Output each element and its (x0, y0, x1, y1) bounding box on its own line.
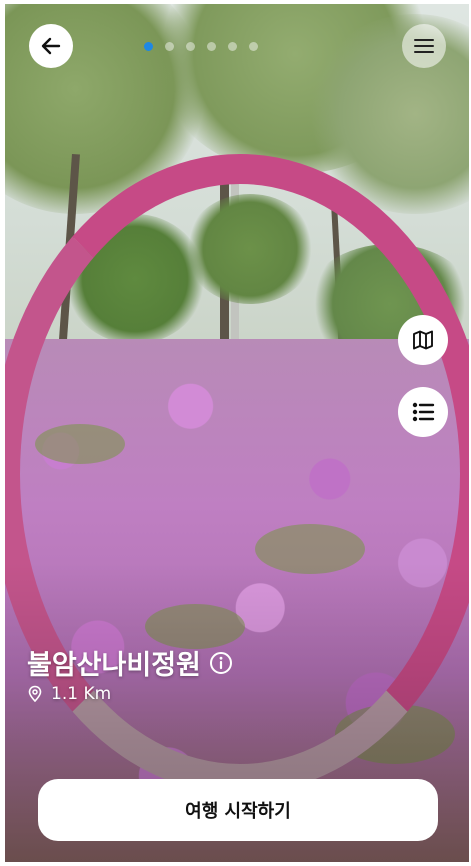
distance-row: 1.1 Km (27, 684, 111, 704)
distance-text: 1.1 Km (51, 684, 112, 704)
menu-button[interactable] (402, 24, 446, 68)
place-title-row: 불암산나비정원 (27, 643, 233, 682)
location-pin-icon (28, 685, 42, 703)
hamburger-menu-icon (414, 39, 434, 53)
info-icon[interactable] (209, 651, 233, 675)
arrow-left-icon (41, 37, 61, 55)
list-icon (412, 402, 435, 422)
back-button[interactable] (29, 24, 73, 68)
carousel-dot[interactable] (207, 42, 216, 51)
carousel-dot[interactable] (228, 42, 237, 51)
map-button[interactable] (398, 315, 448, 365)
list-view-button[interactable] (398, 387, 448, 437)
carousel-dot[interactable] (186, 42, 195, 51)
carousel-dot-active[interactable] (144, 42, 153, 51)
carousel-dot[interactable] (249, 42, 258, 51)
map-icon (413, 330, 433, 350)
carousel-indicator (144, 42, 258, 51)
app-screen: 불암산나비정원 1.1 Km 여행 시작하기 (5, 4, 469, 862)
start-trip-button[interactable]: 여행 시작하기 (38, 779, 438, 841)
place-name: 불암산나비정원 (27, 650, 201, 681)
carousel-dot[interactable] (165, 42, 174, 51)
